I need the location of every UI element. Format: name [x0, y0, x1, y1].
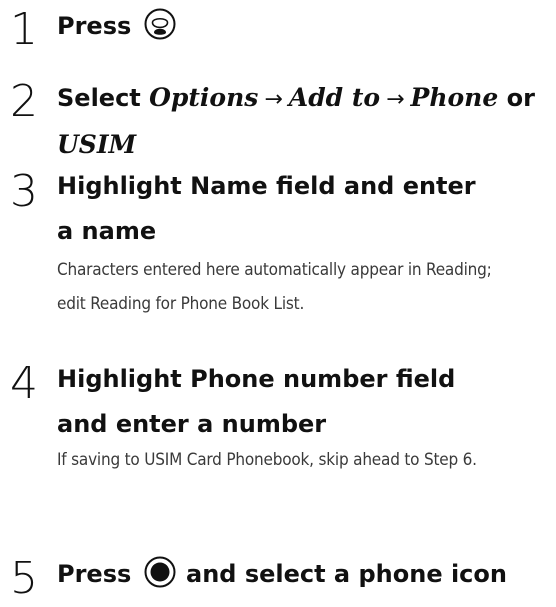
menu-item-phone: Phone: [410, 83, 499, 112]
step-title-text: and select a phone icon: [177, 560, 507, 588]
menu-item-add-to: Add to: [288, 83, 381, 112]
menu-item-options: Options: [149, 83, 259, 112]
arrow-right-icon: →: [386, 87, 405, 112]
step-title: Highlight Phone number field and enter a…: [57, 365, 456, 438]
step-description: Characters entered here automatically ap…: [57, 260, 492, 314]
step-number: 2: [10, 76, 38, 127]
step-title: Press: [57, 4, 548, 49]
step-title: Select Options → Add to → Phone or USIM: [57, 75, 548, 168]
center-select-key-icon: [144, 556, 176, 588]
step-title-connector: or: [498, 84, 535, 112]
step-title-text: Select: [57, 84, 150, 112]
step-number: 3: [10, 166, 38, 217]
step-number: 1: [10, 4, 38, 55]
menu-item-usim: USIM: [57, 130, 137, 159]
step-title-text: Press: [57, 560, 132, 588]
step-title: Press and select a phone icon: [57, 552, 548, 597]
step-number: 4: [10, 358, 38, 409]
call-end-key-icon: [144, 8, 176, 40]
step-title-text: Press: [57, 12, 132, 40]
step-number: 5: [10, 553, 38, 604]
arrow-right-icon: →: [264, 87, 283, 112]
step-description: If saving to USIM Card Phonebook, skip a…: [57, 450, 477, 470]
step-title: Highlight Name field and enter a name: [57, 172, 476, 245]
